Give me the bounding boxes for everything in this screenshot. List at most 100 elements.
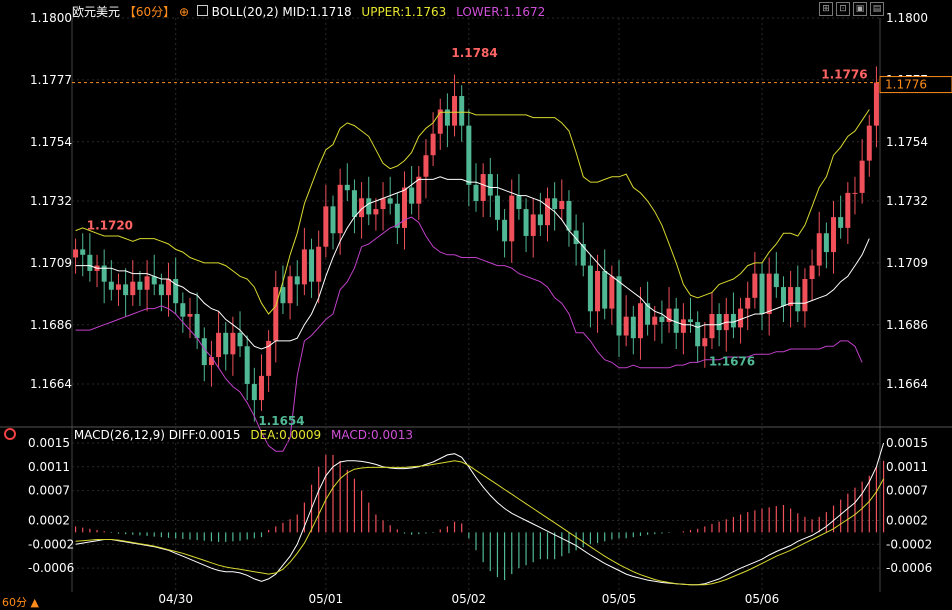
macd-tick-right: -0.0006: [886, 561, 932, 575]
candle-body: [316, 246, 322, 282]
candle-body: [387, 198, 393, 204]
boll-upper-line: [75, 109, 870, 315]
macd-tick-right: -0.0002: [886, 537, 932, 551]
macd-tick-right: 0.0011: [886, 460, 928, 474]
price-tick-left: 1.1709: [30, 256, 72, 270]
macd-toggle-icon[interactable]: [4, 428, 16, 440]
extreme-label: 1.1776: [821, 68, 867, 82]
candle-body: [688, 319, 694, 323]
candle-body: [637, 303, 643, 339]
candle-body: [466, 125, 472, 185]
extreme-label: 1.1676: [709, 355, 755, 369]
candle-body: [602, 270, 608, 309]
price-tick-left: 1.1732: [30, 194, 72, 208]
settings-icon[interactable]: ⊕: [179, 5, 189, 19]
price-tick-right: 1.1664: [886, 377, 928, 391]
candle-body: [816, 233, 822, 266]
candle-body: [730, 313, 736, 328]
candle-body: [745, 297, 751, 309]
candle-body: [158, 284, 164, 296]
candle-body: [437, 109, 443, 134]
candle-body: [401, 187, 407, 228]
candle-body: [180, 303, 186, 317]
macd-tick-right: 0.0002: [886, 513, 928, 527]
current-price-label: 1.1776: [885, 78, 927, 92]
candle-body: [423, 155, 429, 177]
candle-body: [623, 316, 629, 336]
candle-body: [866, 125, 872, 161]
price-tick-left: 1.1777: [30, 73, 72, 87]
footer-period[interactable]: 60分 ▲: [2, 594, 39, 610]
candle-body: [430, 133, 436, 156]
macd-tick-left: 0.0002: [28, 513, 70, 527]
indicator-name: BOLL(20,2): [211, 5, 279, 19]
candle-body: [480, 174, 486, 201]
main-header: 欧元美元 【60分】 ⊕ BOLL(20,2) MID:1.1718 UPPER…: [72, 3, 545, 20]
candle-body: [502, 219, 508, 242]
candle-body: [759, 273, 765, 314]
price-tick-left: 1.1686: [30, 318, 72, 332]
extreme-label: 1.1654: [258, 414, 304, 428]
candle-body: [530, 214, 536, 236]
period-selector[interactable]: 【60分】: [124, 5, 175, 19]
candle-body: [609, 276, 615, 309]
time-tick-label: 05/02: [452, 592, 487, 606]
candle-body: [595, 270, 601, 312]
candle-body: [87, 254, 93, 271]
boll-mid: MID:1.1718: [282, 5, 352, 19]
macd-tick-left: 0.0007: [28, 484, 70, 498]
candle-body: [108, 281, 114, 290]
candle-body: [552, 198, 558, 210]
time-tick-label: 04/30: [158, 592, 193, 606]
candle-body: [251, 383, 257, 401]
candle-body: [237, 332, 243, 347]
candle-body: [616, 276, 622, 336]
boll-upper: UPPER:1.1763: [361, 5, 447, 19]
time-tick-label: 05/01: [309, 592, 344, 606]
candle-body: [73, 249, 79, 258]
window-toolbar: ⊞ ⊡ ▣ ▤: [819, 2, 884, 16]
candle-body: [80, 249, 86, 255]
candle-body: [287, 276, 293, 304]
caret-up-icon: ▲: [30, 596, 39, 609]
macd-name: MACD(26,12,9): [73, 428, 165, 442]
candle-body: [752, 273, 758, 298]
candle-body: [280, 287, 286, 304]
toolbar-button-1[interactable]: ⊞: [819, 2, 833, 16]
toolbar-button-4[interactable]: ▤: [870, 2, 884, 16]
candle-body: [144, 276, 150, 290]
candle-body: [709, 313, 715, 339]
candle-body: [366, 198, 372, 215]
candle-body: [831, 217, 837, 253]
price-tick-left: 1.1800: [30, 11, 72, 25]
candle-body: [630, 316, 636, 339]
candle-body: [194, 313, 200, 339]
candle-body: [673, 308, 679, 333]
candle-body: [223, 332, 229, 355]
candle-body: [301, 249, 307, 285]
candle-body: [130, 281, 136, 296]
price-tick-right: 1.1732: [886, 194, 928, 208]
candle-body: [738, 308, 744, 328]
candle-body: [702, 338, 708, 347]
candles: [73, 66, 879, 422]
chart-canvas: 1.1664 1.1664 1.1686 1.1686 1.1709 1.1709 1.17…: [0, 11, 952, 606]
candle-body: [409, 187, 415, 204]
candle-body: [852, 192, 858, 194]
indicator-icon[interactable]: [196, 5, 208, 16]
candle-body: [845, 192, 851, 228]
candle-body: [487, 174, 493, 196]
candle-body: [230, 332, 236, 355]
candle-body: [344, 184, 350, 191]
candle-body: [716, 313, 722, 331]
candle-body: [216, 332, 222, 358]
price-tick-right: 1.1754: [886, 135, 928, 149]
candle-body: [773, 273, 779, 288]
candle-body: [659, 316, 665, 323]
candle-body: [294, 276, 300, 285]
toolbar-button-3[interactable]: ▣: [853, 2, 867, 16]
candle-body: [337, 184, 343, 234]
toolbar-button-2[interactable]: ⊡: [836, 2, 850, 16]
candle-body: [166, 279, 172, 296]
macd-tick-left: 0.0011: [28, 460, 70, 474]
